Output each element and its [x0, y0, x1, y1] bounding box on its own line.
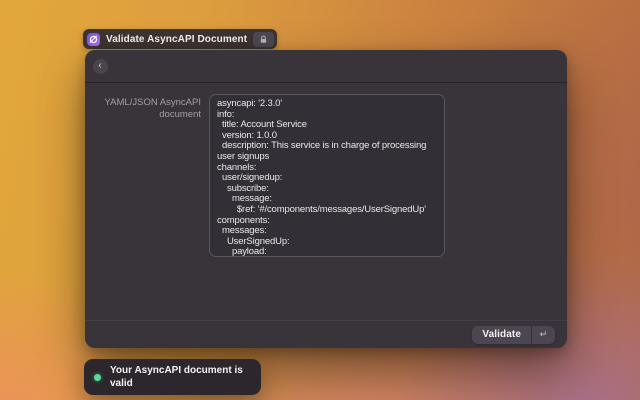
asyncapi-extension-icon — [87, 33, 100, 46]
document-field-label-line1: YAML/JSON AsyncAPI — [101, 97, 201, 109]
validate-button-label: Validate — [472, 326, 531, 344]
document-field-label-line2: document — [101, 109, 201, 121]
validate-asyncapi-window: ‹ YAML/JSON AsyncAPI document asyncapi: … — [85, 50, 567, 348]
window-footer: Validate ↵ — [85, 320, 567, 348]
toast-notification: Your AsyncAPI document is valid — [84, 359, 261, 395]
back-button[interactable]: ‹ — [93, 59, 108, 74]
command-pill-title: Validate AsyncAPI Document — [106, 34, 247, 45]
lock-icon — [259, 35, 268, 44]
document-field-label: YAML/JSON AsyncAPI document — [101, 97, 201, 121]
asyncapi-document-textarea[interactable]: asyncapi: '2.3.0' info: title: Account S… — [209, 94, 445, 257]
window-header: ‹ — [85, 50, 567, 83]
success-status-dot — [94, 374, 101, 381]
validate-button[interactable]: Validate ↵ — [472, 326, 555, 344]
toast-message: Your AsyncAPI document is valid — [110, 364, 248, 390]
lock-button[interactable] — [253, 32, 274, 47]
desktop-background: Validate AsyncAPI Document ‹ YAML/JSON A… — [0, 0, 640, 400]
enter-key-icon: ↵ — [531, 326, 555, 344]
chevron-left-icon: ‹ — [98, 59, 101, 73]
command-pill: Validate AsyncAPI Document — [83, 29, 277, 49]
